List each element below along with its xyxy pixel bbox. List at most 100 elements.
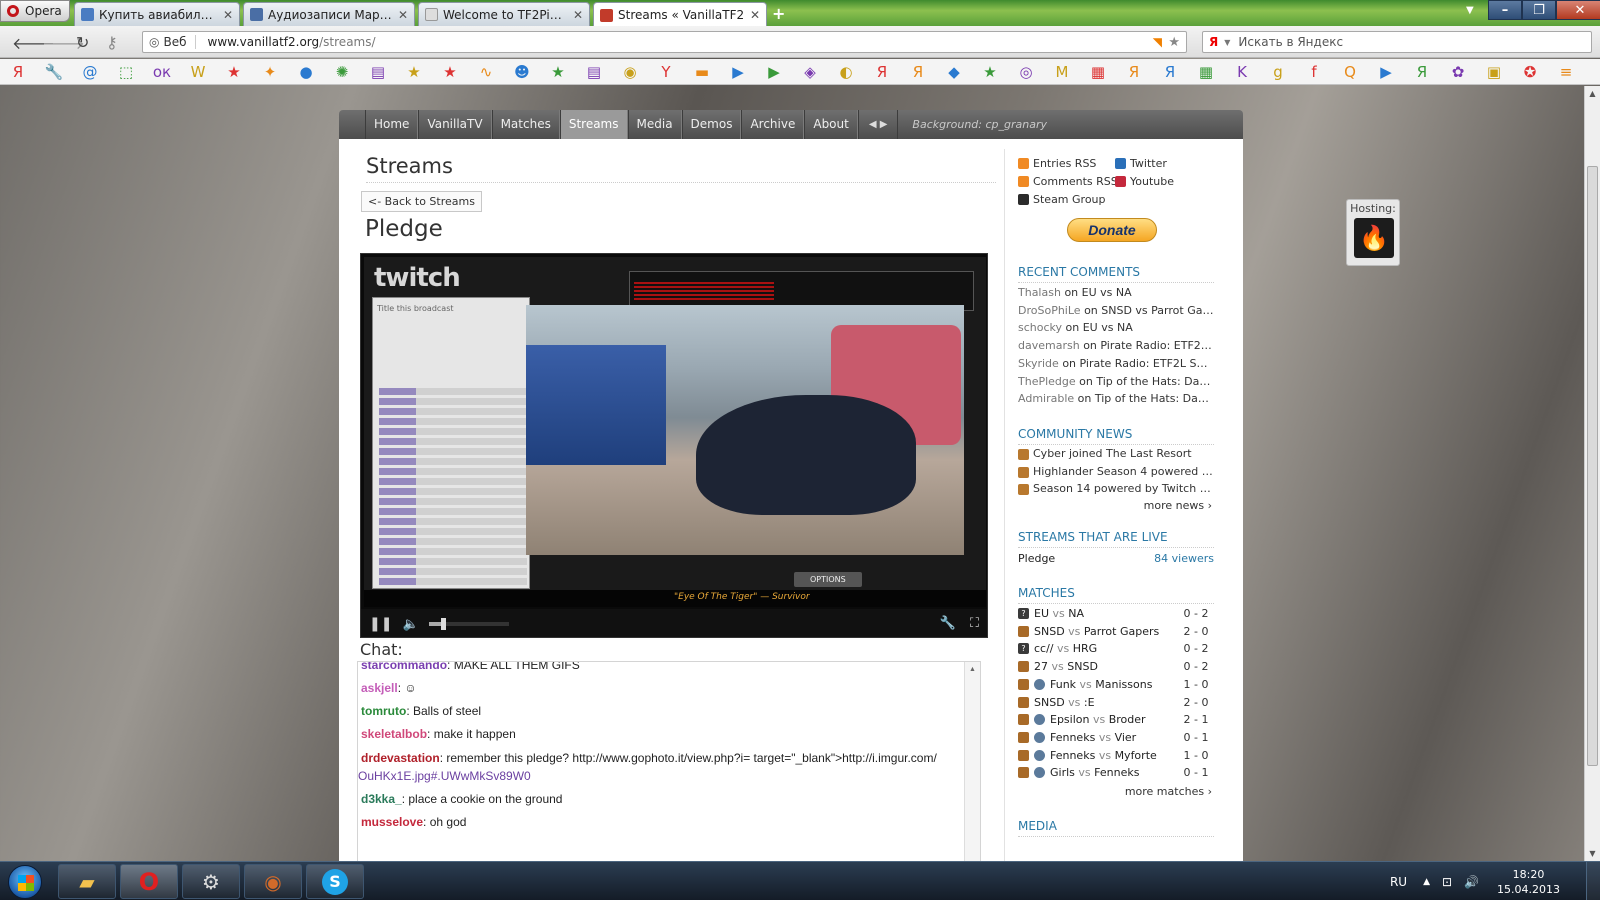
steam-taskbar-button[interactable]: ⚙ <box>182 864 240 899</box>
close-icon[interactable]: ✕ <box>223 8 233 22</box>
bookmark-icon[interactable]: ★ <box>972 59 1008 85</box>
language-indicator[interactable]: RU <box>1390 875 1407 889</box>
rss-icon[interactable]: ◥ <box>1153 35 1162 49</box>
skype-taskbar-button[interactable]: S <box>306 864 364 899</box>
comment-post[interactable]: Pirate Radio: ETF2L Se... <box>1100 339 1214 352</box>
close-icon[interactable]: ✕ <box>573 8 583 22</box>
close-icon[interactable]: ✕ <box>398 8 408 22</box>
tab-flights[interactable]: Купить авиабилеты из... ✕ <box>74 2 240 26</box>
chat-nick[interactable]: musselove <box>361 815 423 829</box>
comment-post[interactable]: SNSD vs Parrot Gapers <box>1101 304 1214 317</box>
match-teams[interactable]: SNSD vs Parrot Gapers <box>1034 625 1178 638</box>
match-teams[interactable]: Fenneks vs Myforte <box>1050 749 1178 762</box>
match-teams[interactable]: Fenneks vs Vier <box>1050 731 1178 744</box>
match-row[interactable]: Fenneks vs Myforte 1 - 0 <box>1018 749 1214 762</box>
feed-label[interactable]: Twitter <box>1130 157 1167 170</box>
feed-link[interactable]: Steam Group <box>1018 193 1106 206</box>
feed-link[interactable]: Youtube <box>1115 175 1174 188</box>
volume-icon[interactable]: 🔈 <box>402 617 418 632</box>
comment-post[interactable]: EU vs NA <box>1082 286 1132 299</box>
bookmark-icon[interactable]: ▶ <box>756 59 792 85</box>
chat-nick[interactable]: skeletalbob <box>361 727 427 741</box>
bookmark-icon[interactable]: ▣ <box>1476 59 1512 85</box>
comment-who[interactable]: Thalash <box>1018 286 1061 299</box>
fullscreen-icon[interactable]: ⛶ <box>970 616 979 631</box>
bookmark-icon[interactable]: ✪ <box>1512 59 1548 85</box>
minimize-button[interactable]: – <box>1488 0 1522 20</box>
opera-menu-button[interactable]: Opera <box>0 0 70 22</box>
bookmark-icon[interactable]: Я <box>1116 59 1152 85</box>
comment-post[interactable]: Tip of the Hats: Day One <box>1096 375 1214 388</box>
match-teams[interactable]: cc// vs HRG <box>1034 642 1178 655</box>
bookmark-icon[interactable]: Q <box>1332 59 1368 85</box>
volume-tray-icon[interactable]: 🔊 <box>1464 875 1479 889</box>
reload-icon[interactable]: ↻ <box>76 33 89 52</box>
bookmark-icon[interactable]: ▬ <box>684 59 720 85</box>
comment-who[interactable]: davemarsh <box>1018 339 1080 352</box>
bookmark-icon[interactable]: ≡ <box>1548 59 1584 85</box>
feed-label[interactable]: Steam Group <box>1033 193 1106 206</box>
bookmark-icon[interactable]: M <box>1044 59 1080 85</box>
tab-audio[interactable]: Аудиозаписи Марии Т... ✕ <box>243 2 415 26</box>
nav-archive[interactable]: Archive <box>741 110 805 139</box>
bookmark-icon[interactable]: f <box>1296 59 1332 85</box>
address-field[interactable]: ◎ Веб www.vanillatf2.org /streams/ ◥ ★ <box>142 31 1187 53</box>
match-teams[interactable]: 27 vs SNSD <box>1034 660 1178 673</box>
video-player[interactable]: twitch Title this broadcast OPTIONS "Eye… <box>360 253 988 638</box>
bookmark-icon[interactable]: ▶ <box>720 59 756 85</box>
bookmark-icon[interactable]: ◈ <box>792 59 828 85</box>
chat-nick[interactable]: starcommando <box>361 662 447 672</box>
tab-vanillatf2[interactable]: Streams « VanillaTF2 ✕ <box>593 2 767 27</box>
comment-who[interactable]: ThePledge <box>1018 375 1076 388</box>
bookmark-icon[interactable]: ☻ <box>504 59 540 85</box>
bookmark-icon[interactable]: Я <box>1152 59 1188 85</box>
clock[interactable]: 18:20 15.04.2013 <box>1497 867 1560 897</box>
nav-arrows[interactable]: ◀ ▶ <box>857 110 898 139</box>
more-news-link[interactable]: more news › <box>1144 499 1212 512</box>
match-teams[interactable]: Funk vs Manissons <box>1050 678 1178 691</box>
match-row[interactable]: SNSD vs :E 2 - 0 <box>1018 696 1214 709</box>
match-teams[interactable]: Epsilon vs Broder <box>1050 713 1178 726</box>
chat-nick[interactable]: d3kka_ <box>361 792 402 806</box>
nav-matches[interactable]: Matches <box>491 110 560 139</box>
comment-who[interactable]: schocky <box>1018 321 1062 334</box>
comment-post[interactable]: Pirate Radio: ETF2L Seaso... <box>1080 357 1214 370</box>
bookmark-icon[interactable]: Я <box>0 59 36 85</box>
live-stream-row[interactable]: Pledge 84 viewers <box>1018 552 1214 565</box>
news-item[interactable]: Season 14 powered by Twitch – A... <box>1018 482 1214 496</box>
scroll-down-icon[interactable]: ▼ <box>1585 846 1600 861</box>
match-row[interactable]: ? cc// vs HRG 0 - 2 <box>1018 642 1214 655</box>
match-row[interactable]: Epsilon vs Broder 2 - 1 <box>1018 713 1214 726</box>
nav-vanillatv[interactable]: VanillaTV <box>418 110 492 139</box>
page-scrollbar[interactable]: ▲ ▼ <box>1584 86 1600 861</box>
feed-link[interactable]: Twitter <box>1115 157 1167 170</box>
bookmark-icon[interactable]: K <box>1224 59 1260 85</box>
bookmark-icon[interactable]: ✦ <box>252 59 288 85</box>
bookmark-icon[interactable]: ◎ <box>1008 59 1044 85</box>
feed-label[interactable]: Entries RSS <box>1033 157 1096 170</box>
nav-demos[interactable]: Demos <box>681 110 742 139</box>
settings-wrench-icon[interactable]: 🔧 <box>940 616 956 631</box>
opera-taskbar-button[interactable]: O <box>120 864 178 899</box>
feed-label[interactable]: Youtube <box>1130 175 1174 188</box>
chevron-down-icon[interactable]: ▼ <box>1224 38 1230 47</box>
close-icon[interactable]: ✕ <box>750 8 760 22</box>
donate-button[interactable]: Donate <box>1067 218 1157 242</box>
bookmark-icon[interactable]: ▤ <box>360 59 396 85</box>
bookmark-icon[interactable]: ок <box>144 59 180 85</box>
bookmark-icon[interactable]: Y <box>648 59 684 85</box>
comment-post[interactable]: Tip of the Hats: Day One <box>1095 392 1214 405</box>
bookmark-icon[interactable]: ★ <box>216 59 252 85</box>
bookmark-icon[interactable]: ◐ <box>828 59 864 85</box>
bookmark-icon[interactable]: Я <box>900 59 936 85</box>
feed-link[interactable]: Entries RSS <box>1018 157 1096 170</box>
network-icon[interactable]: ⊡ <box>1442 875 1452 889</box>
chat-box[interactable]: starcommando: MAKE ALL THEM GIFS askjell:… <box>357 661 981 861</box>
news-text[interactable]: Season 14 powered by Twitch – A... <box>1033 482 1214 495</box>
comment-who[interactable]: DroSoPhiLe <box>1018 304 1081 317</box>
match-row[interactable]: Funk vs Manissons 1 - 0 <box>1018 678 1214 691</box>
pause-icon[interactable]: ❚❚ <box>369 616 392 632</box>
news-item[interactable]: Highlander Season 4 powered by B... <box>1018 465 1214 478</box>
nav-streams[interactable]: Streams <box>559 110 628 139</box>
bookmark-icon[interactable]: @ <box>72 59 108 85</box>
